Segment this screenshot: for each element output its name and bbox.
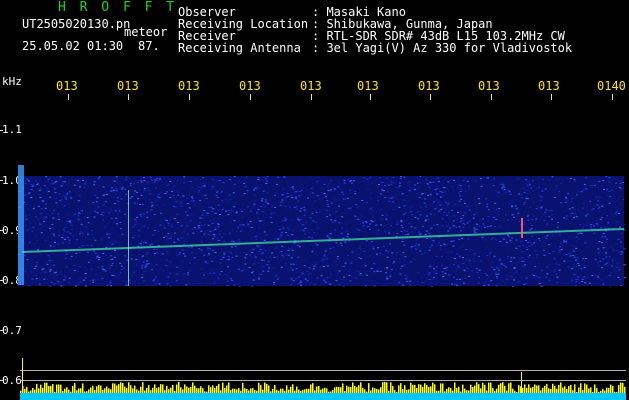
x-tick-mark bbox=[551, 94, 552, 100]
y-tick-mark bbox=[0, 330, 3, 331]
spectrogram bbox=[0, 94, 626, 400]
y-tick-mark bbox=[0, 230, 3, 231]
bottom-ref-line bbox=[20, 380, 626, 381]
x-tick-mark bbox=[311, 94, 312, 100]
bottom-ref-line bbox=[20, 370, 626, 371]
x-tick-mark bbox=[189, 94, 190, 100]
x-tick-mark bbox=[250, 94, 251, 100]
left-edge-strip bbox=[18, 165, 24, 285]
meteor-echo-red bbox=[521, 218, 523, 238]
x-tick-mark bbox=[128, 94, 129, 100]
y-tick-mark bbox=[0, 180, 3, 181]
x-tick-mark bbox=[491, 94, 492, 100]
y-tick-mark bbox=[0, 280, 3, 281]
x-tick-mark bbox=[430, 94, 431, 100]
x-tick-mark bbox=[370, 94, 371, 100]
x-tick-mark bbox=[612, 94, 613, 100]
level-bars bbox=[20, 382, 626, 394]
y-tick-mark bbox=[0, 380, 3, 381]
level-base bbox=[20, 393, 626, 400]
x-tick-mark bbox=[68, 94, 69, 100]
y-tick-mark bbox=[0, 130, 3, 131]
meteor-echo bbox=[128, 190, 129, 286]
